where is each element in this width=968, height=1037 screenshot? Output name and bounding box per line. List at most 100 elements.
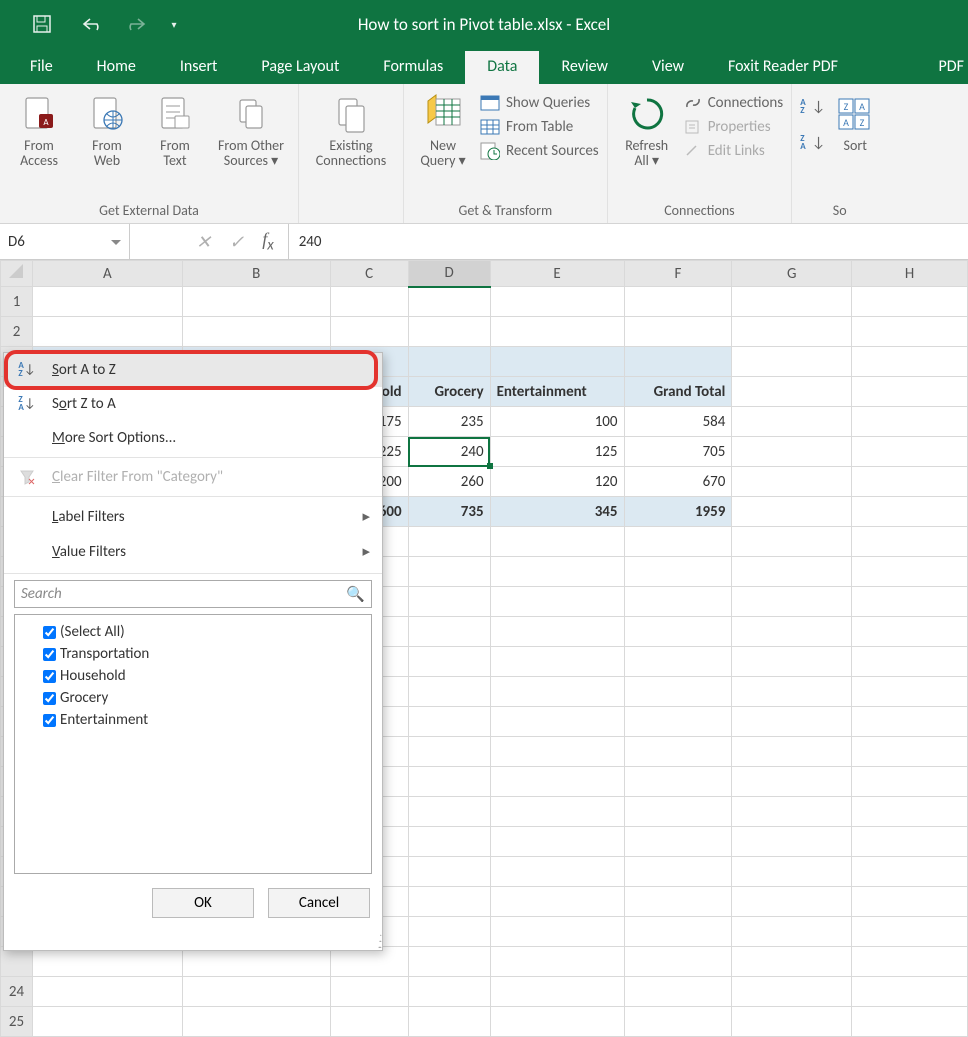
col-header[interactable]: H (852, 261, 968, 287)
tab-view[interactable]: View (630, 51, 706, 84)
filter-item[interactable]: Transportation (19, 643, 367, 665)
tab-formulas[interactable]: Formulas (361, 51, 465, 84)
filter-item-list[interactable]: (Select All) Transportation Household Gr… (14, 614, 372, 874)
col-header[interactable]: F (624, 261, 732, 287)
col-header[interactable]: D (408, 261, 490, 287)
row-header[interactable] (1, 947, 33, 977)
resize-grip[interactable]: .. .. . . (4, 930, 382, 950)
from-other-sources-button[interactable]: From OtherSources ▾ (210, 88, 292, 168)
label-filters[interactable]: Label Filters▸ (4, 499, 382, 534)
save-button[interactable] (24, 9, 60, 39)
table-icon (480, 119, 500, 135)
col-header[interactable]: C (330, 261, 408, 287)
undo-button[interactable] (76, 9, 112, 39)
filter-item-label: Grocery (60, 689, 108, 707)
pivot-column-header: Entertainment (490, 377, 624, 407)
show-queries-button[interactable]: Show Queries (480, 92, 599, 114)
tab-pdf[interactable]: PDF (917, 51, 968, 84)
filter-item-label: Transportation (60, 645, 149, 663)
tab-page-layout[interactable]: Page Layout (239, 51, 361, 84)
tab-home[interactable]: Home (75, 51, 158, 84)
pivot-data-cell[interactable]: 240 (408, 437, 490, 467)
svg-text:A: A (859, 100, 865, 113)
value-filters[interactable]: Value Filters▸ (4, 534, 382, 569)
filter-checkbox[interactable] (43, 714, 56, 727)
from-web-button[interactable]: FromWeb (74, 88, 140, 168)
pivot-data-cell[interactable]: 705 (624, 437, 732, 467)
pivot-data-cell[interactable]: 670 (624, 467, 732, 497)
globe-icon (74, 90, 140, 138)
database-icon: A (6, 90, 72, 138)
cancel-button[interactable]: Cancel (268, 888, 370, 918)
filter-item-label: Entertainment (60, 711, 148, 729)
tab-review[interactable]: Review (539, 51, 630, 84)
row-header[interactable]: 24 (1, 977, 33, 1007)
new-query-icon (410, 90, 476, 138)
redo-button[interactable] (116, 9, 152, 39)
funnel-clear-icon (16, 469, 38, 485)
ribbon: A From Access FromWeb FromText From Othe… (0, 84, 968, 224)
filter-item[interactable]: Grocery (19, 687, 367, 709)
recent-sources-button[interactable]: Recent Sources (480, 140, 599, 162)
pivot-data-cell[interactable]: 235 (408, 407, 490, 437)
sort-z-to-a[interactable]: ZA↓ Sort Z to A (4, 387, 382, 421)
filter-checkbox[interactable] (43, 648, 56, 661)
sort-az-button[interactable]: AZ↓ (800, 96, 825, 118)
pivot-total-cell: 1959 (624, 497, 732, 527)
pivot-data-cell[interactable]: 584 (624, 407, 732, 437)
tab-file[interactable]: File (8, 51, 75, 84)
col-header[interactable]: E (490, 261, 624, 287)
svg-text:Z: Z (860, 116, 865, 129)
from-text-button[interactable]: FromText (142, 88, 208, 168)
clear-filter: Clear Filter From "Category" (4, 460, 382, 494)
tab-insert[interactable]: Insert (158, 51, 240, 84)
filter-item[interactable]: (Select All) (19, 621, 367, 643)
row-header[interactable]: 1 (1, 287, 33, 317)
col-header[interactable]: G (732, 261, 852, 287)
sort-button[interactable]: ZAAZ Sort (829, 88, 881, 153)
filter-item[interactable]: Entertainment (19, 709, 367, 731)
more-sort-options[interactable]: More Sort Options... (4, 421, 382, 455)
col-header[interactable]: A (32, 261, 182, 287)
from-table-button[interactable]: From Table (480, 116, 599, 138)
filter-dropdown: AZ↓ Sort A to Z ZA↓ Sort Z to A More Sor… (3, 352, 383, 951)
existing-connections-button[interactable]: ExistingConnections (305, 88, 397, 168)
fx-icon[interactable]: fx (262, 229, 274, 255)
connections-button[interactable]: Connections (684, 92, 784, 114)
group-label-sort: So (798, 200, 881, 223)
pivot-total-cell: 345 (490, 497, 624, 527)
row-header[interactable]: 2 (1, 317, 33, 347)
filter-item[interactable]: Household (19, 665, 367, 687)
svg-text:A: A (843, 116, 849, 129)
formula-input[interactable]: 240 (288, 224, 968, 259)
filter-checkbox[interactable] (43, 626, 56, 639)
filter-search-input[interactable]: Search 🔍 (14, 580, 372, 608)
filter-checkbox[interactable] (43, 692, 56, 705)
from-access-button[interactable]: A From Access (6, 88, 72, 168)
connections-icon (305, 90, 397, 138)
select-all-cell[interactable] (1, 261, 33, 287)
sort-az-icon: AZ↓ (16, 362, 38, 378)
pivot-data-cell[interactable]: 100 (490, 407, 624, 437)
pivot-data-cell[interactable]: 260 (408, 467, 490, 497)
sort-a-to-z[interactable]: AZ↓ Sort A to Z (4, 353, 382, 387)
name-box[interactable]: D6 (0, 224, 130, 259)
row-header[interactable]: 25 (1, 1007, 33, 1037)
cancel-formula-icon[interactable]: ✕ (196, 231, 211, 253)
filter-checkbox[interactable] (43, 670, 56, 683)
accept-formula-icon[interactable]: ✓ (229, 231, 244, 253)
pivot-data-cell[interactable]: 120 (490, 467, 624, 497)
new-query-button[interactable]: NewQuery ▾ (410, 88, 476, 168)
sort-za-button[interactable]: ZA↓ (800, 132, 825, 154)
tab-foxit[interactable]: Foxit Reader PDF (706, 51, 860, 84)
refresh-all-button[interactable]: RefreshAll ▾ (614, 88, 680, 168)
ok-button[interactable]: OK (152, 888, 254, 918)
pivot-data-cell[interactable]: 125 (490, 437, 624, 467)
properties-icon (684, 119, 702, 135)
group-label-transform: Get & Transform (410, 200, 601, 223)
edit-links-button: Edit Links (684, 140, 784, 162)
ribbon-tabs: File Home Insert Page Layout Formulas Da… (0, 48, 968, 84)
tab-data[interactable]: Data (465, 51, 539, 84)
qat-customize[interactable]: ▾ (156, 9, 192, 39)
col-header[interactable]: B (182, 261, 330, 287)
